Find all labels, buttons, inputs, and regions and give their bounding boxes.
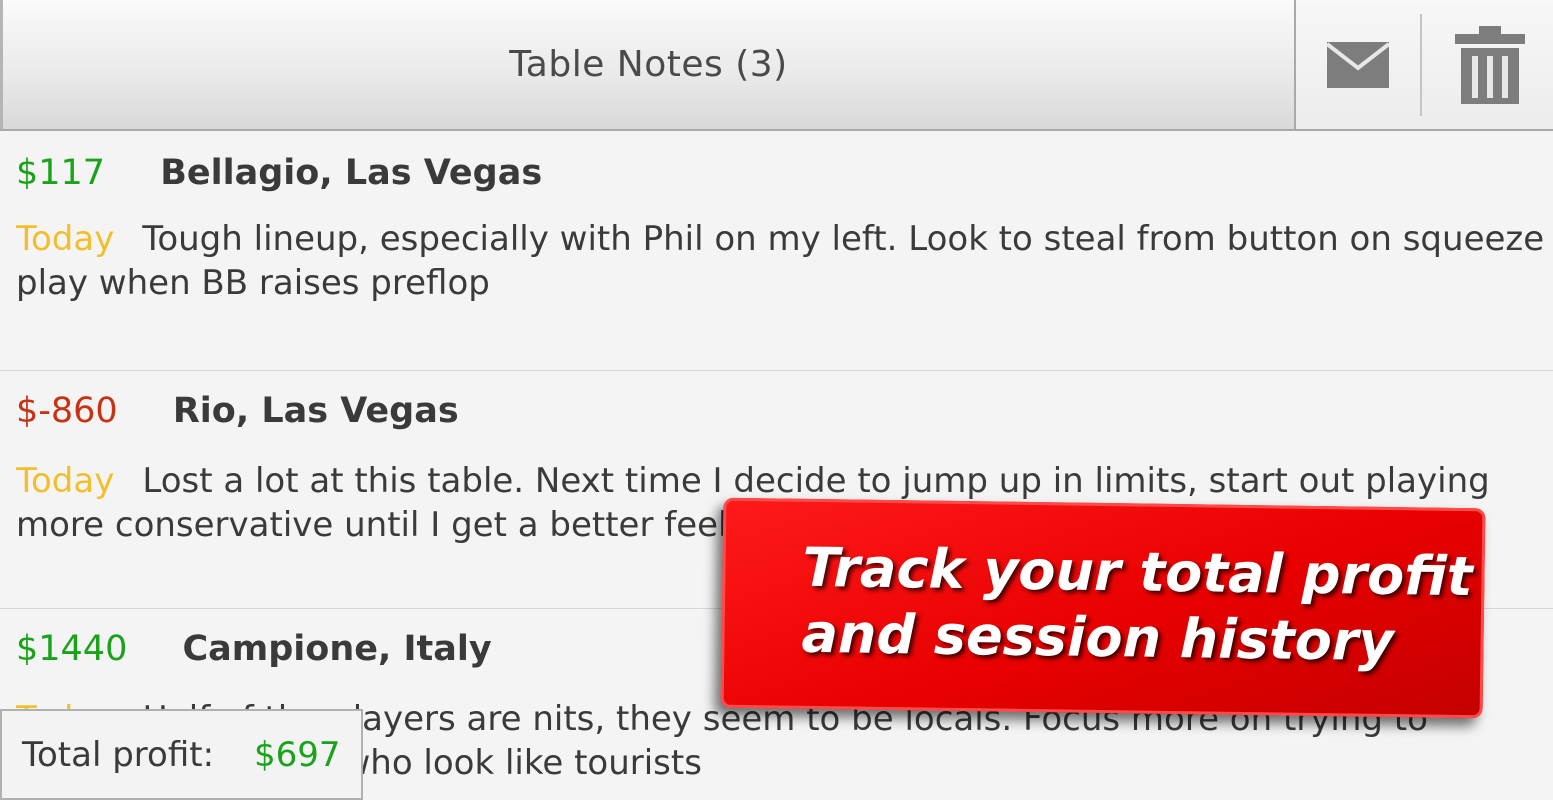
action-divider — [1420, 14, 1422, 116]
note-header: $1440 Campione, Italy — [16, 629, 492, 669]
promo-text: Track your total profit and session hist… — [801, 535, 1473, 676]
title-area: Table Notes (3) — [0, 0, 1294, 129]
email-button[interactable] — [1296, 0, 1420, 129]
delete-button[interactable] — [1424, 0, 1553, 129]
total-profit-value: $697 — [254, 734, 341, 775]
mail-icon — [1327, 41, 1389, 88]
total-profit-box: Total profit: $697 — [0, 709, 363, 800]
note-header: $-860 Rio, Las Vegas — [16, 391, 459, 431]
note-date: Today — [16, 461, 115, 501]
profit-amount: $1440 — [16, 629, 128, 669]
note-date: Today — [16, 219, 115, 259]
promo-line-2: and session history — [801, 601, 1395, 674]
page-title: Table Notes (3) — [509, 44, 788, 85]
note-body: Today Tough lineup, especially with Phil … — [16, 217, 1553, 305]
promo-line-1: Track your total profit — [802, 535, 1473, 609]
total-profit-label: Total profit: — [22, 734, 215, 775]
note-header: $117 Bellagio, Las Vegas — [16, 153, 542, 193]
trash-icon — [1454, 25, 1525, 104]
location-name: Rio, Las Vegas — [172, 391, 459, 431]
promo-banner: Track your total profit and session hist… — [720, 497, 1486, 719]
location-name: Bellagio, Las Vegas — [160, 153, 543, 193]
list-item[interactable]: $117 Bellagio, Las Vegas Today Tough line… — [0, 131, 1553, 371]
action-bar: Table Notes (3) — [0, 0, 1553, 131]
action-buttons — [1294, 0, 1553, 129]
note-text: Tough lineup, especially with Phil on my… — [16, 219, 1545, 303]
location-name: Campione, Italy — [182, 629, 492, 669]
profit-amount: $-860 — [16, 391, 118, 431]
profit-amount: $117 — [16, 153, 106, 193]
